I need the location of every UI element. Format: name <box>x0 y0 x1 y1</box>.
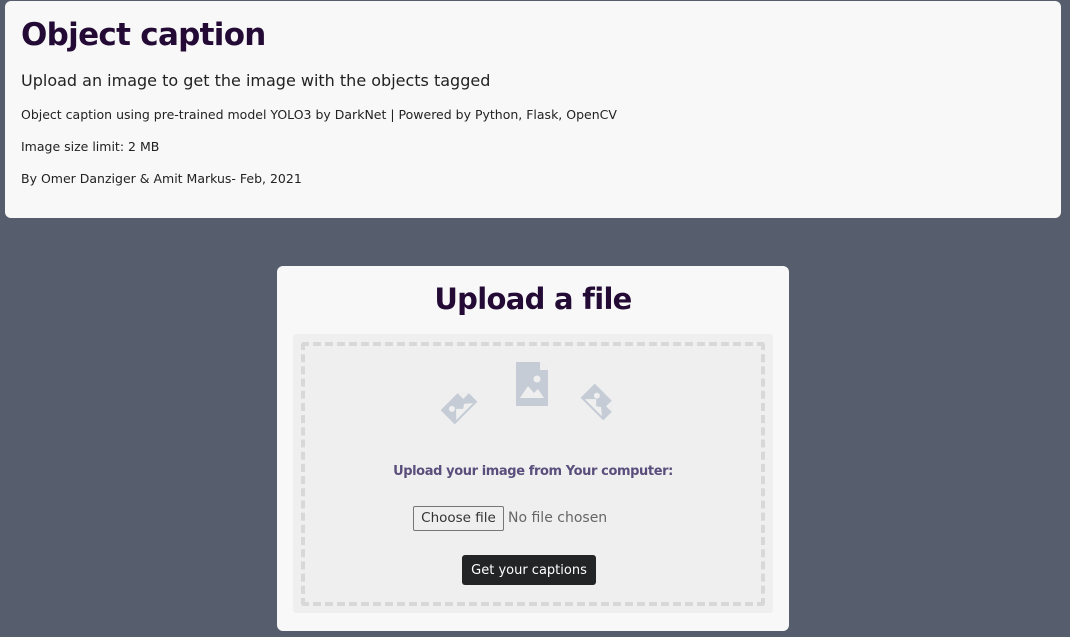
description-text: Object caption using pre-trained model Y… <box>21 107 617 122</box>
image-file-icon <box>580 383 612 421</box>
image-file-icon <box>516 362 548 406</box>
choose-file-button[interactable]: Choose file <box>413 505 504 531</box>
upload-instructions: Upload your image from Your computer: <box>393 464 673 479</box>
get-captions-button[interactable]: Get your captions <box>462 555 596 585</box>
image-file-icon <box>440 393 478 425</box>
drop-area: Upload your image from Your computer: Ch… <box>293 334 773 613</box>
file-input[interactable]: Choose file No file chosen <box>413 505 608 531</box>
header-card: Object caption Upload an image to get th… <box>5 1 1061 218</box>
upload-card: Upload a file Upload your image from You… <box>277 266 789 631</box>
size-limit-text: Image size limit: 2 MB <box>21 139 160 154</box>
credits-text: By Omer Danziger & Amit Markus- Feb, 202… <box>21 171 302 186</box>
file-icons-group <box>305 346 761 466</box>
drop-zone[interactable]: Upload your image from Your computer: Ch… <box>301 342 765 606</box>
page-subtitle: Upload an image to get the image with th… <box>21 71 491 90</box>
upload-title: Upload a file <box>434 282 632 316</box>
page-title: Object caption <box>21 17 266 53</box>
file-status-text: No file chosen <box>508 510 608 526</box>
